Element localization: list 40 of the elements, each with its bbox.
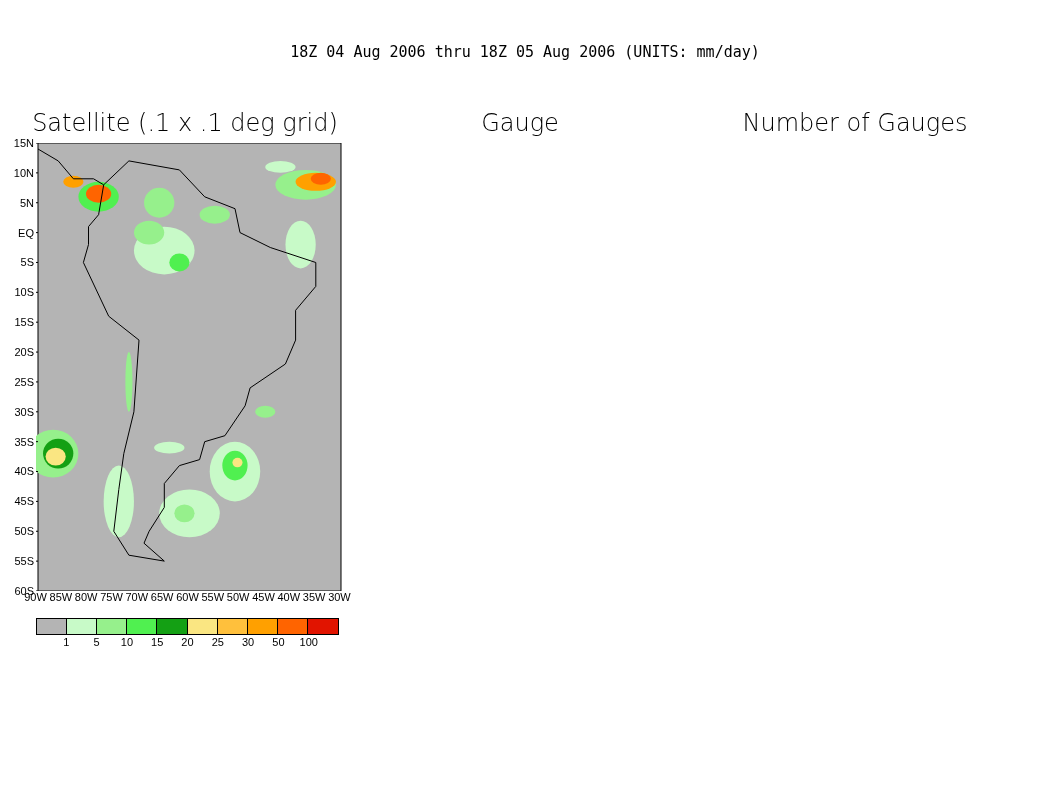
longitude-label: 70W	[124, 591, 150, 603]
longitude-label: 80W	[73, 591, 99, 603]
latitude-label: 50S	[14, 525, 34, 538]
latitude-label: 15S	[14, 316, 34, 329]
longitude-label: 55W	[200, 591, 226, 603]
plot-title: 18Z 04 Aug 2006 thru 18Z 05 Aug 2006 (UNITS: mm/day)	[290, 43, 760, 61]
scale-label: 5	[93, 635, 100, 649]
latitude-label: 5N	[19, 196, 34, 209]
latitude-label: 35S	[14, 435, 34, 448]
scale-label: 1	[63, 635, 70, 649]
longitude-label: 45W	[251, 591, 276, 603]
latitude-label: 5S	[20, 256, 34, 269]
latitude-label: 20S	[14, 346, 34, 358]
latitude-label: 55S	[14, 555, 34, 568]
scale-label: 20	[181, 635, 194, 649]
panel-title: Gauge	[481, 109, 559, 137]
panel-title: Satellite (.1 x .1 deg grid)	[32, 109, 338, 137]
latitude-label: 30S	[14, 405, 34, 418]
scale-label: 30	[241, 635, 255, 649]
latitude-label: 10N	[13, 166, 34, 179]
longitude-label: 50W	[225, 591, 251, 603]
scale-label: 15	[151, 635, 164, 649]
latitude-label: 25S	[14, 375, 34, 388]
longitude-label: 65W	[149, 591, 175, 603]
latitude-label: 40S	[14, 465, 34, 478]
longitude-label: 85W	[48, 591, 74, 603]
longitude-label: 35W	[301, 591, 327, 603]
longitude-label: 40W	[276, 591, 302, 603]
longitude-label: 30W	[327, 591, 352, 603]
scale-label: 50	[272, 635, 285, 649]
latitude-label: 45S	[14, 495, 34, 508]
panel-title: Number of Gauges	[742, 109, 968, 137]
scale-label: 25	[211, 635, 224, 649]
latitude-label: 15N	[13, 137, 34, 149]
scale-label: 10	[120, 635, 133, 649]
scale-label: 100	[299, 635, 318, 649]
latitude-label: EQ	[18, 226, 34, 239]
longitude-label: 60W	[175, 591, 200, 603]
latitude-label: 10S	[14, 286, 34, 299]
longitude-label: 75W	[99, 591, 124, 603]
